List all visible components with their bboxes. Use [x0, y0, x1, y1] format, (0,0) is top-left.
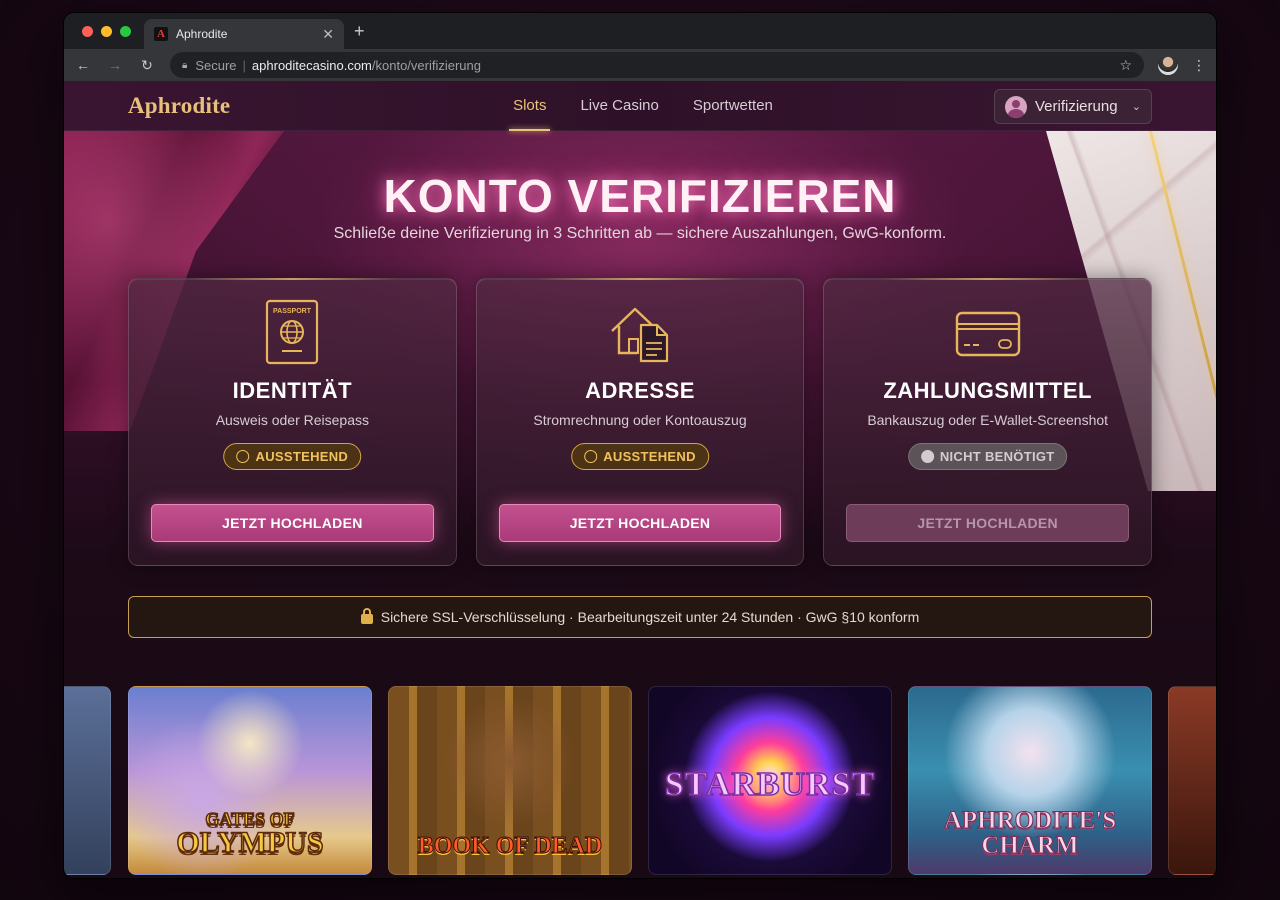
page-title: KONTO VERIFIZIEREN [383, 170, 897, 222]
page-subtitle: Schließe deine Verifizierung in 3 Schrit… [333, 225, 947, 242]
tab-title: Aphrodite [176, 27, 228, 41]
profile-avatar[interactable] [1158, 55, 1178, 75]
menu-kebab-icon[interactable]: ⋮ [1192, 57, 1206, 74]
card-description: Stromrechnung oder Kontoauszug [533, 412, 747, 428]
credit-card-icon [824, 309, 1151, 359]
card-title: IDENTITÄT [232, 378, 353, 403]
address-bar[interactable]: 🔒︎ Secure | aphroditecasino.com /konto/v… [170, 52, 1144, 78]
nav-live-casino[interactable]: Live Casino [580, 81, 658, 131]
url-host: aphroditecasino.com [251, 57, 372, 73]
reload-icon[interactable]: ↻ [138, 57, 156, 74]
card-description: Bankauszug oder E-Wallet-Screenshot [867, 412, 1109, 428]
maximize-window-button[interactable] [120, 26, 131, 37]
game-title-line2: CHARM [981, 832, 1079, 859]
security-notice: Sichere SSL-Verschlüsselung · Bearbeitun… [128, 596, 1152, 638]
game-title: BOOK OF DEAD [417, 833, 603, 859]
upload-identity-button[interactable]: JETZT HOCHLADEN [151, 504, 434, 542]
verification-cards: PASSPORT IDENTITÄT Ausweis oder Reisepas… [128, 278, 1153, 566]
status-badge: AUSSTEHEND [223, 443, 362, 470]
game-tile-partial-right[interactable] [1168, 686, 1216, 875]
chevron-down-icon: ⌄ [1131, 101, 1141, 113]
site-content: Aphrodite Slots Live Casino Sportwetten … [64, 81, 1216, 878]
forward-icon[interactable]: → [106, 57, 124, 73]
favicon-icon: A [154, 27, 168, 41]
minimize-window-button[interactable] [101, 26, 112, 37]
account-menu-label: Verifizierung [1035, 98, 1118, 115]
lock-icon: 🔒︎ [182, 59, 188, 71]
game-title: STARBURST [664, 766, 876, 803]
status-label: AUSSTEHEND [255, 449, 349, 464]
check-circle-icon [920, 450, 934, 463]
browser-window: A Aphrodite ✕ + ← → ↻ 🔒︎ Secure | aphrod… [64, 13, 1216, 878]
game-tile-book-of-dead[interactable]: BOOK OF DEAD [388, 686, 632, 875]
status-badge: NICHT BENÖTIGT [907, 443, 1068, 470]
game-title-line1: APHRODITE'S [943, 807, 1117, 834]
game-title-line2: OLYMPUS [176, 826, 325, 859]
secure-label: Secure [195, 57, 237, 73]
user-avatar-icon [1005, 95, 1027, 118]
card-address: ADRESSE Stromrechnung oder Kontoauszug A… [475, 278, 805, 566]
card-payment: ZAHLUNGSMITTEL Bankauszug oder E-Wallet-… [823, 278, 1153, 566]
passport-icon: PASSPORT [129, 299, 456, 365]
security-notice-text: Sichere SSL-Verschlüsselung · Bearbeitun… [380, 609, 920, 625]
game-carousel: GATES OF OLYMPUS BOOK OF DEAD STARBURST … [64, 686, 1216, 876]
game-tile-aphrodites-charm[interactable]: APHRODITE'S CHARM [908, 686, 1152, 875]
back-icon[interactable]: ← [74, 57, 92, 73]
status-label: AUSSTEHEND [603, 449, 696, 464]
upload-payment-button: JETZT HOCHLADEN [846, 504, 1130, 542]
passport-icon-text: PASSPORT [273, 308, 312, 315]
new-tab-icon[interactable]: + [354, 21, 365, 42]
lock-icon [360, 608, 373, 624]
browser-tab[interactable]: A Aphrodite ✕ [144, 19, 344, 49]
tab-close-icon[interactable]: ✕ [322, 26, 334, 43]
card-identity: PASSPORT IDENTITÄT Ausweis oder Reisepas… [128, 278, 457, 566]
status-badge: AUSSTEHEND [571, 443, 709, 470]
game-tile-partial-left[interactable] [64, 686, 111, 875]
site-header: Aphrodite Slots Live Casino Sportwetten … [64, 81, 1216, 131]
clock-icon [236, 450, 250, 463]
browser-toolbar: ← → ↻ 🔒︎ Secure | aphroditecasino.com /k… [64, 49, 1216, 81]
card-title: ADRESSE [585, 378, 695, 403]
card-title: ZAHLUNGSMITTEL [883, 378, 1092, 403]
game-title: APHRODITE'S CHARM [943, 807, 1117, 859]
account-menu-button[interactable]: Verifizierung ⌄ [994, 89, 1152, 124]
nav-sportwetten[interactable]: Sportwetten [693, 81, 773, 131]
close-window-button[interactable] [82, 26, 93, 37]
game-tile-starburst[interactable]: STARBURST [648, 686, 892, 875]
upload-address-button[interactable]: JETZT HOCHLADEN [498, 504, 782, 542]
status-label: NICHT BENÖTIGT [939, 449, 1055, 464]
browser-tabbar: A Aphrodite ✕ + [64, 13, 1216, 49]
window-controls [82, 26, 131, 37]
bookmark-star-icon[interactable]: ☆ [1119, 57, 1132, 74]
card-description: Ausweis oder Reisepass [215, 412, 369, 428]
url-path: /konto/verifizierung [371, 57, 482, 73]
game-tile-gates-of-olympus[interactable]: GATES OF OLYMPUS [128, 686, 372, 875]
game-title: GATES OF OLYMPUS [176, 809, 325, 859]
clock-icon [584, 450, 598, 463]
nav-slots[interactable]: Slots [509, 81, 551, 131]
house-document-icon [477, 299, 804, 365]
